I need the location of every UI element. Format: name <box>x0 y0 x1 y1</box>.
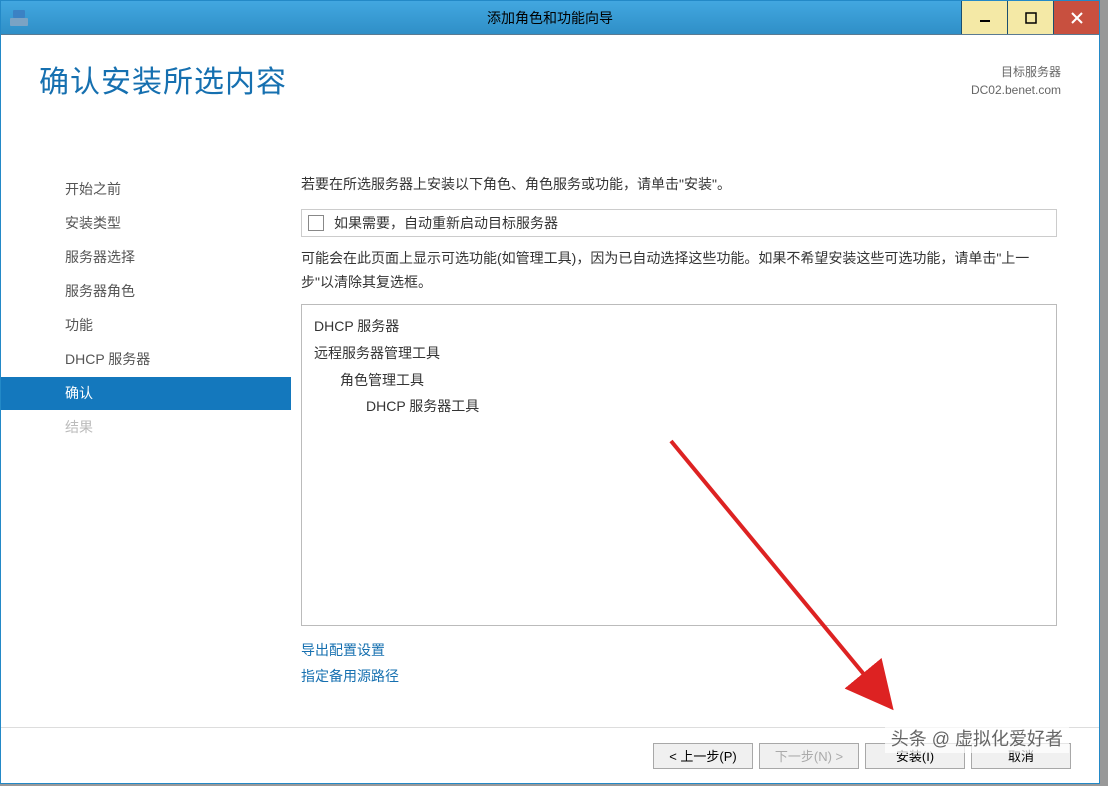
intro-text: 若要在所选服务器上安装以下角色、角色服务或功能，请单击"安装"。 <box>301 173 1057 197</box>
step-dhcp-server[interactable]: DHCP 服务器 <box>49 343 291 376</box>
auto-restart-checkbox[interactable] <box>308 215 324 231</box>
auto-restart-label: 如果需要，自动重新启动目标服务器 <box>334 213 558 233</box>
alt-source-path-link[interactable]: 指定备用源路径 <box>301 668 399 684</box>
content-area: 开始之前 安装类型 服务器选择 服务器角色 功能 DHCP 服务器 确认 结果 … <box>1 35 1099 727</box>
auto-restart-row[interactable]: 如果需要，自动重新启动目标服务器 <box>301 209 1057 237</box>
minimize-button[interactable] <box>961 1 1007 34</box>
window-title: 添加角色和功能向导 <box>1 8 1099 28</box>
list-item: DHCP 服务器工具 <box>366 393 1044 420</box>
page-header: 确认安装所选内容 目标服务器 DC02.benet.com <box>39 57 1061 101</box>
install-selection-list: DHCP 服务器 远程服务器管理工具 角色管理工具 DHCP 服务器工具 <box>301 304 1057 626</box>
window-controls <box>961 1 1099 34</box>
step-before-begin[interactable]: 开始之前 <box>49 173 291 206</box>
action-links: 导出配置设置 指定备用源路径 <box>301 638 1057 688</box>
target-label: 目标服务器 <box>971 63 1061 81</box>
list-item: 角色管理工具 <box>340 367 1044 394</box>
maximize-button[interactable] <box>1007 1 1053 34</box>
list-item: 远程服务器管理工具 <box>314 340 1044 367</box>
titlebar: 添加角色和功能向导 <box>1 1 1099 35</box>
target-server-info: 目标服务器 DC02.benet.com <box>971 63 1061 99</box>
step-server-selection[interactable]: 服务器选择 <box>49 241 291 274</box>
list-item: DHCP 服务器 <box>314 313 1044 340</box>
export-config-link[interactable]: 导出配置设置 <box>301 642 385 658</box>
next-button: 下一步(N) > <box>759 743 859 769</box>
optional-features-note: 可能会在此页面上显示可选功能(如管理工具)，因为已自动选择这些功能。如果不希望安… <box>301 247 1057 295</box>
wizard-window: 添加角色和功能向导 确认安装所选内容 目标服务器 DC02.benet.com … <box>0 0 1100 784</box>
app-icon <box>7 6 31 30</box>
previous-button[interactable]: < 上一步(P) <box>653 743 753 769</box>
close-button[interactable] <box>1053 1 1099 34</box>
step-features[interactable]: 功能 <box>49 309 291 342</box>
target-host: DC02.benet.com <box>971 81 1061 99</box>
step-server-roles[interactable]: 服务器角色 <box>49 275 291 308</box>
main-panel: 若要在所选服务器上安装以下角色、角色服务或功能，请单击"安装"。 如果需要，自动… <box>291 63 1099 727</box>
step-results: 结果 <box>49 411 291 444</box>
wizard-steps-sidebar: 开始之前 安装类型 服务器选择 服务器角色 功能 DHCP 服务器 确认 结果 <box>1 63 291 727</box>
step-confirmation[interactable]: 确认 <box>1 377 291 410</box>
page-title: 确认安装所选内容 <box>39 57 287 101</box>
step-install-type[interactable]: 安装类型 <box>49 207 291 240</box>
watermark: 头条 @ 虚拟化爱好者 <box>885 723 1069 753</box>
